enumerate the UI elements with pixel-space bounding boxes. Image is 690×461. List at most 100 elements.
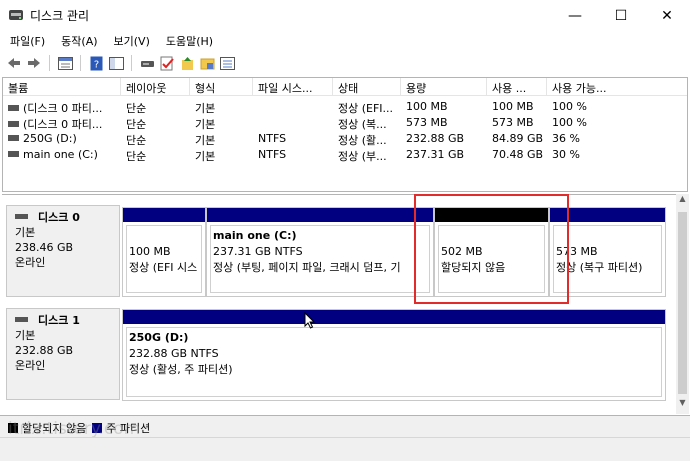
- disk-0-label[interactable]: 디스크 0 기본 238.46 GB 온라인: [6, 205, 120, 297]
- volume-type: 기본: [195, 102, 216, 115]
- volume-icon: [8, 121, 19, 127]
- disk-icon: [15, 317, 28, 322]
- folder-up-icon[interactable]: [179, 55, 195, 71]
- volume-name: main one (C:): [23, 148, 98, 161]
- disk-1-label[interactable]: 디스크 1 기본 232.88 GB 온라인: [6, 308, 120, 400]
- partition-status: 정상 (EFI 시스: [129, 261, 198, 274]
- disk-name: 디스크 0: [38, 211, 80, 224]
- volume-status: 정상 (EFI...: [338, 102, 394, 115]
- volume-layout: 단순: [126, 150, 147, 163]
- help-icon[interactable]: ?: [88, 55, 104, 71]
- partition-title: 250G (D:): [129, 331, 189, 344]
- volume-filesystem: [253, 99, 333, 115]
- column-header-free-space[interactable]: 사용 ...: [487, 78, 547, 96]
- mouse-cursor-icon: [304, 312, 316, 329]
- partition-bar: [207, 208, 433, 222]
- watermark: itrix.tistory.com: [8, 419, 141, 439]
- volume-filesystem: NTFS: [258, 132, 287, 145]
- disk-size: 238.46 GB: [15, 241, 74, 254]
- volume-row[interactable]: (디스크 0 파티... 단순 기본 정상 (복... 573 MB 573 M…: [3, 115, 687, 131]
- disk-type: 기본: [15, 329, 36, 342]
- volume-type: 기본: [195, 118, 216, 131]
- window-title: 디스크 관리: [30, 9, 90, 23]
- scrollbar-thumb[interactable]: [678, 212, 687, 394]
- volume-layout: 단순: [126, 102, 147, 115]
- partition-d[interactable]: 250G (D:) 232.88 GB NTFS 정상 (활성, 주 파티션): [122, 309, 666, 401]
- volume-status: 정상 (부...: [338, 150, 387, 163]
- volume-list: 볼륨 레이아웃 형식 파일 시스... 상태 용량 사용 ... 사용 가능..…: [2, 77, 688, 192]
- partition-title: [129, 228, 201, 244]
- console-icon[interactable]: [108, 55, 124, 71]
- volume-capacity: 232.88 GB: [406, 132, 465, 145]
- partition-size: 573 MB: [556, 245, 598, 258]
- volume-filesystem: [253, 115, 333, 131]
- volume-name: 250G (D:): [23, 132, 77, 145]
- volume-layout: 단순: [126, 134, 147, 147]
- check-icon[interactable]: [159, 55, 175, 71]
- partition-title: main one (C:): [213, 229, 297, 242]
- properties-icon[interactable]: [57, 55, 73, 71]
- menu-help[interactable]: 도움말(H): [156, 31, 219, 50]
- volume-status: 정상 (복...: [338, 118, 387, 131]
- volume-name: (디스크 0 파티...: [23, 118, 103, 131]
- minimize-button[interactable]: —: [552, 0, 598, 31]
- disk-type: 기본: [15, 226, 36, 239]
- volume-row[interactable]: main one (C:) 단순 기본 NTFS 정상 (부... 237.31…: [3, 147, 687, 163]
- disk-status: 온라인: [15, 256, 46, 269]
- folder-icon[interactable]: [199, 55, 215, 71]
- volume-filesystem: NTFS: [258, 148, 287, 161]
- volume-percent-free: 36 %: [552, 132, 580, 145]
- list-icon[interactable]: [219, 55, 235, 71]
- toolbar-separator: [80, 55, 81, 71]
- disk-size: 232.88 GB: [15, 344, 74, 357]
- partition-size: 232.88 GB NTFS: [129, 347, 219, 360]
- partition-status: 정상 (활성, 주 파티션): [129, 363, 233, 376]
- menu-view[interactable]: 보기(V): [104, 31, 156, 50]
- column-header-status[interactable]: 상태: [333, 78, 401, 96]
- partition-c[interactable]: main one (C:) 237.31 GB NTFS 정상 (부팅, 페이지…: [206, 207, 434, 297]
- menu-action[interactable]: 동작(A): [51, 31, 103, 50]
- volume-row[interactable]: 250G (D:) 단순 기본 NTFS 정상 (활... 232.88 GB …: [3, 131, 687, 147]
- disk-status: 온라인: [15, 359, 46, 372]
- volume-capacity: 573 MB: [406, 116, 448, 129]
- status-bar: [0, 437, 690, 461]
- volume-percent-free: 30 %: [552, 148, 580, 161]
- back-icon[interactable]: [6, 55, 22, 71]
- maximize-button[interactable]: ☐: [598, 0, 644, 31]
- forward-icon[interactable]: [26, 55, 42, 71]
- scroll-down-icon[interactable]: ▼: [676, 398, 689, 412]
- volume-free-space: 70.48 GB: [492, 148, 544, 161]
- column-header-capacity[interactable]: 용량: [401, 78, 487, 96]
- partition-size: 100 MB: [129, 245, 171, 258]
- disk-name: 디스크 1: [38, 314, 80, 327]
- volume-percent-free: 100 %: [552, 116, 587, 129]
- toolbar-separator: [131, 55, 132, 71]
- column-header-volume[interactable]: 볼륨: [3, 78, 121, 96]
- volume-icon: [8, 105, 19, 111]
- menu-bar: 파일(F) 동작(A) 보기(V) 도움말(H): [0, 31, 690, 50]
- column-header-percent-free[interactable]: 사용 가능...: [547, 78, 687, 96]
- column-header-layout[interactable]: 레이아웃: [121, 78, 190, 96]
- disk-icon[interactable]: [139, 55, 155, 71]
- volume-free-space: 84.89 GB: [492, 132, 544, 145]
- volume-icon: [8, 135, 19, 141]
- volume-row[interactable]: (디스크 0 파티... 단순 기본 정상 (EFI... 100 MB 100…: [3, 99, 687, 115]
- volume-free-space: 100 MB: [492, 100, 534, 113]
- highlight-box: [414, 194, 569, 304]
- partition-efi[interactable]: 100 MB 정상 (EFI 시스: [122, 207, 206, 297]
- toolbar-separator: [49, 55, 50, 71]
- volume-capacity: 237.31 GB: [406, 148, 465, 161]
- svg-text:?: ?: [93, 59, 98, 70]
- close-button[interactable]: ✕: [644, 0, 690, 31]
- column-header-type[interactable]: 형식: [190, 78, 253, 96]
- partition-size: 237.31 GB NTFS: [213, 245, 303, 258]
- partition-bar: [123, 208, 205, 222]
- partition-bar: [123, 310, 665, 324]
- volume-capacity: 100 MB: [406, 100, 448, 113]
- volume-free-space: 573 MB: [492, 116, 534, 129]
- column-header-filesystem[interactable]: 파일 시스...: [253, 78, 333, 96]
- volume-icon: [8, 151, 19, 157]
- menu-file[interactable]: 파일(F): [0, 31, 51, 50]
- vertical-scrollbar[interactable]: ▲ ▼: [676, 194, 689, 414]
- scroll-up-icon[interactable]: ▲: [676, 194, 689, 208]
